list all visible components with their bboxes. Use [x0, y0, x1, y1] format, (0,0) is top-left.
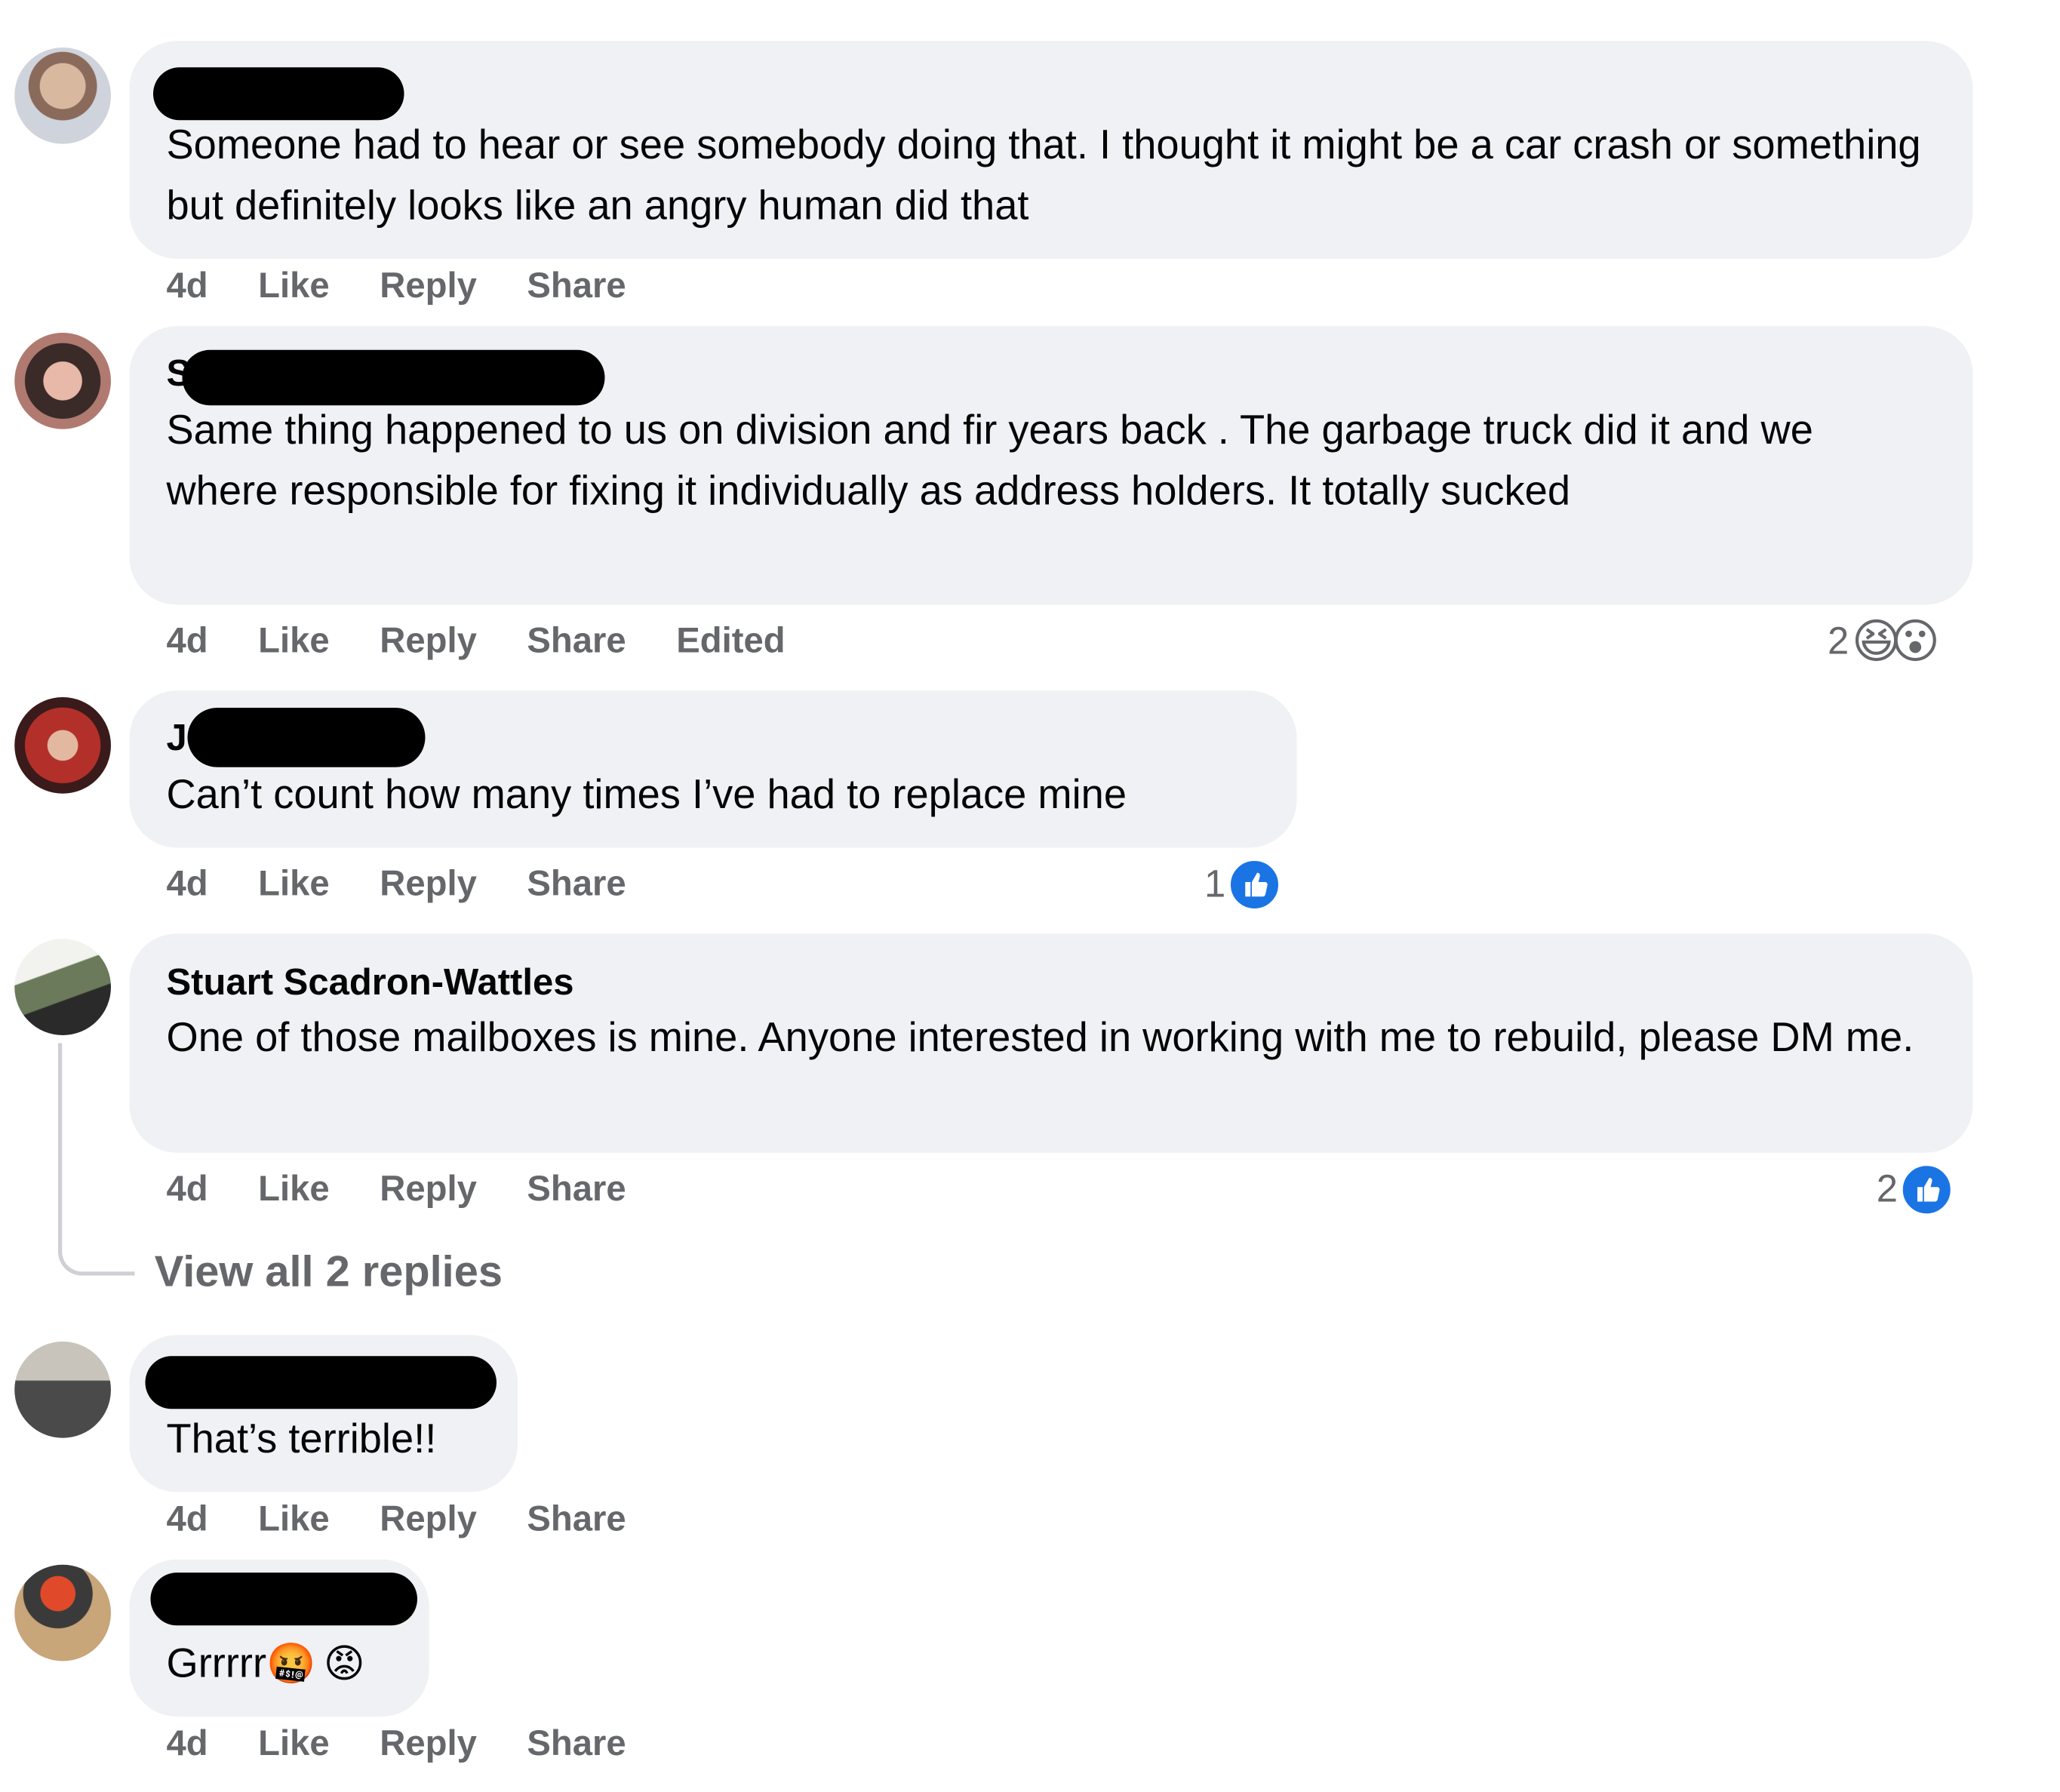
comment-bubble: Stuart Scadron-Wattles One of those mail…	[129, 933, 1973, 1153]
like-button[interactable]: Like	[258, 621, 330, 662]
edited-label: Edited	[676, 620, 786, 661]
comment-text: Can’t count how many times I’ve had to r…	[166, 771, 1127, 818]
share-button[interactable]: Share	[527, 864, 626, 905]
commenter-name[interactable]: Stuart Scadron-Wattles	[167, 961, 574, 1004]
comment-time[interactable]: 4d	[167, 1169, 208, 1210]
reaction-count: 2	[1876, 1167, 1898, 1210]
reply-button[interactable]: Reply	[380, 266, 477, 306]
reply-button[interactable]: Reply	[380, 621, 477, 662]
commenter-avatar[interactable]	[14, 939, 111, 1035]
reaction-count: 1	[1204, 862, 1226, 905]
cursing-emoji-icon: 🤬	[266, 1643, 316, 1686]
comment-text: Same thing happened to us on division an…	[166, 407, 1813, 514]
like-button[interactable]: Like	[258, 266, 330, 306]
like-reaction-icon	[1228, 858, 1281, 911]
reaction-summary[interactable]: 2 😆 😮	[1828, 613, 1941, 669]
reply-button[interactable]: Reply	[380, 1498, 477, 1539]
like-reaction-icon	[1900, 1163, 1954, 1216]
share-button[interactable]: Share	[527, 1169, 626, 1210]
comment-bubble: Someone had to hear or see somebody doin…	[129, 41, 1973, 259]
like-button[interactable]: Like	[258, 1169, 330, 1210]
comment-actions: 4d Like Reply Share	[167, 864, 677, 905]
comment-text: That’s terrible!!	[166, 1415, 437, 1462]
reply-button[interactable]: Reply	[380, 864, 477, 905]
commenter-avatar[interactable]	[14, 1564, 111, 1661]
comment-actions: 4d Like Reply Share Edited	[167, 621, 836, 662]
comment-bubble: Grrrrr🤬 😡	[129, 1559, 429, 1717]
comment-text-row: Grrrrr🤬 😡	[167, 1634, 392, 1695]
redacted-name	[187, 708, 426, 767]
comment-thread: Someone had to hear or see somebody doin…	[0, 0, 2060, 1792]
wow-emoji-icon: 😮	[1890, 613, 1941, 669]
reaction-summary[interactable]: 2	[1877, 1163, 1954, 1216]
redacted-name	[182, 349, 605, 406]
share-button[interactable]: Share	[527, 1723, 626, 1764]
commenter-avatar[interactable]	[14, 697, 111, 794]
reply-button[interactable]: Reply	[380, 1723, 477, 1764]
comment-actions: 4d Like Reply Share	[167, 1498, 677, 1539]
like-button[interactable]: Like	[258, 1723, 330, 1764]
commenter-name[interactable]: J	[167, 717, 187, 759]
commenter-avatar[interactable]	[14, 1342, 111, 1438]
commenter-avatar[interactable]	[14, 48, 111, 144]
reply-thread-connector	[58, 1043, 135, 1276]
comment-bubble: That’s terrible!!	[129, 1335, 518, 1492]
comment-time[interactable]: 4d	[167, 864, 208, 905]
share-button[interactable]: Share	[527, 266, 626, 306]
reaction-count: 2	[1828, 619, 1849, 662]
reply-button[interactable]: Reply	[380, 1169, 477, 1210]
redacted-name	[145, 1356, 497, 1409]
comment-time[interactable]: 4d	[167, 621, 208, 662]
comment-time[interactable]: 4d	[167, 1723, 208, 1764]
comment-text: Grrrrr	[166, 1640, 267, 1686]
commenter-avatar[interactable]	[14, 333, 111, 429]
comment-time[interactable]: 4d	[167, 266, 208, 306]
comment-text: Someone had to hear or see somebody doin…	[166, 121, 1921, 229]
comment-actions: 4d Like Reply Share	[167, 1169, 677, 1210]
redacted-name	[150, 1572, 417, 1626]
like-button[interactable]: Like	[258, 1498, 330, 1539]
like-button[interactable]: Like	[258, 864, 330, 905]
angry-emoji-icon: 😡	[323, 1643, 365, 1686]
redacted-name	[153, 67, 404, 121]
comment-time[interactable]: 4d	[167, 1498, 208, 1539]
share-button[interactable]: Share	[527, 1498, 626, 1539]
share-button[interactable]: Share	[527, 621, 626, 662]
comment-actions: 4d Like Reply Share	[167, 266, 677, 306]
comment-text: One of those mailboxes is mine. Anyone i…	[166, 1014, 1914, 1061]
comment-actions: 4d Like Reply Share	[167, 1723, 677, 1764]
view-replies-link[interactable]: View all 2 replies	[155, 1246, 503, 1297]
comment-bubble: S Same thing happened to us on division …	[129, 326, 1973, 605]
reaction-summary[interactable]: 1	[1204, 858, 1281, 911]
comment-bubble: J Can’t count how many times I’ve had to…	[129, 690, 1297, 848]
